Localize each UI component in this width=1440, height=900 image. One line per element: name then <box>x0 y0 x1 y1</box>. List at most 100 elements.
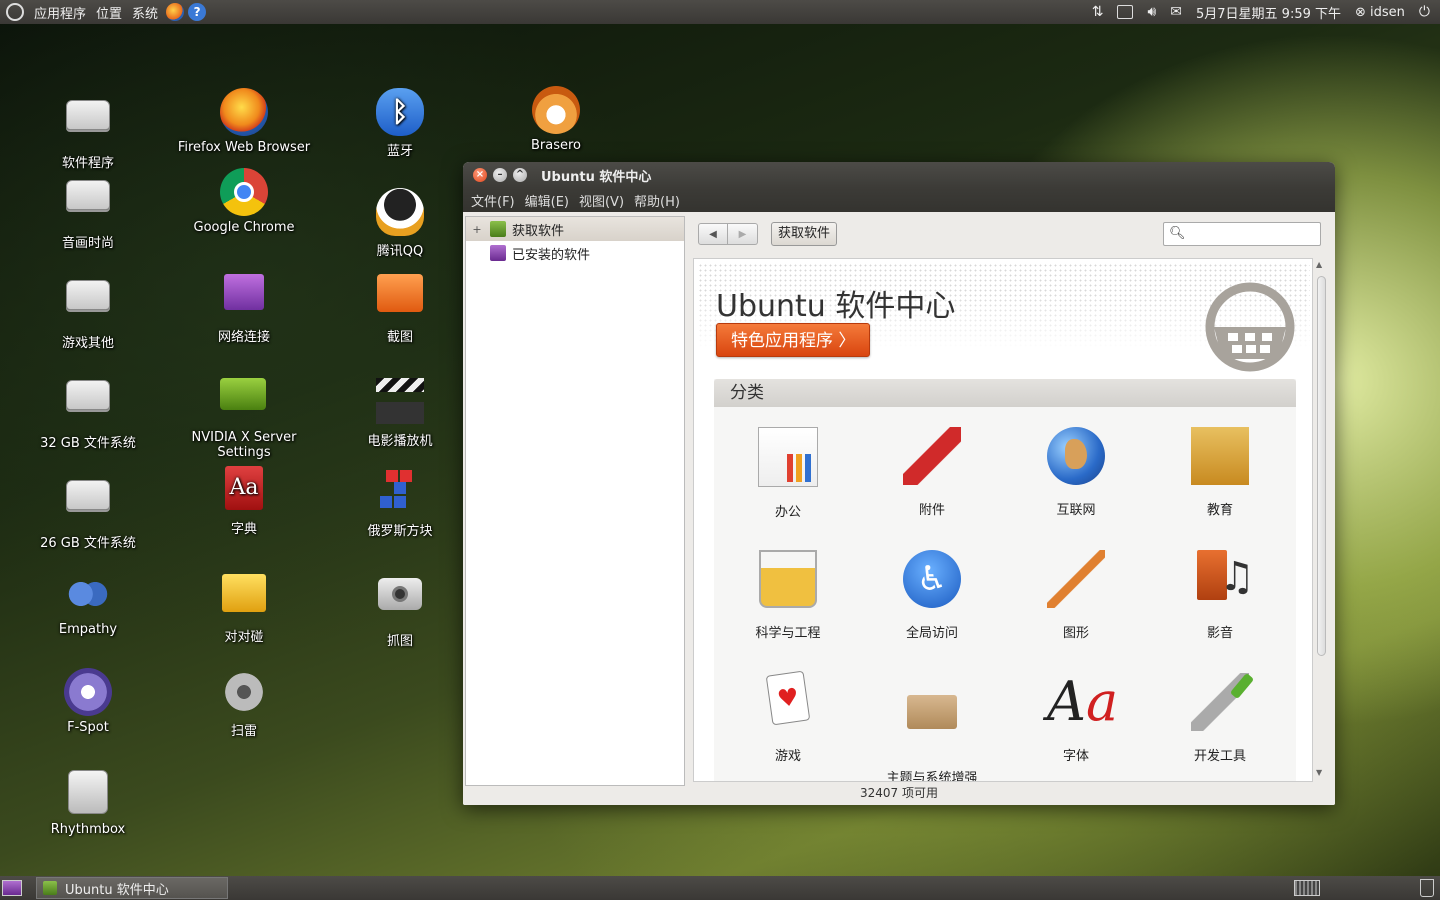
show-desktop-icon[interactable] <box>2 880 22 896</box>
pane-divider[interactable] <box>686 216 690 784</box>
desktop-icon-fspot[interactable]: F-Spot <box>18 668 158 735</box>
installed-software-icon <box>490 245 506 261</box>
keyboard-icon[interactable] <box>1117 5 1134 19</box>
taskbar-button-software-center[interactable]: Ubuntu 软件中心 <box>36 877 228 899</box>
fonts-icon: Aa <box>1047 670 1119 733</box>
drive-icon <box>64 100 112 148</box>
window-titlebar[interactable]: × – ^ Ubuntu 软件中心 <box>463 162 1335 188</box>
drive-icon <box>64 480 112 528</box>
window-menubar: 文件(F) 编辑(E) 视图(V) 帮助(H) <box>463 188 1335 212</box>
power-icon[interactable]: ⏻ <box>1419 4 1430 20</box>
ubuntu-logo-icon[interactable] <box>6 3 24 21</box>
desktop-icon-label: 扫雷 <box>230 724 257 739</box>
category-internet[interactable]: 互联网 <box>1004 427 1148 518</box>
desktop-icon-empathy[interactable]: Empathy <box>18 570 158 637</box>
desktop-icon-label: 抓图 <box>386 634 413 649</box>
scrollbar[interactable]: ▲ ▼ <box>1314 258 1328 782</box>
workspace-switcher[interactable] <box>1294 880 1320 896</box>
software-center-icon <box>43 881 57 895</box>
user-menu[interactable]: ⊗ idsen <box>1355 5 1405 20</box>
category-label: 主题与系统增强 <box>886 771 978 782</box>
drive-icon <box>64 180 112 228</box>
category-science[interactable]: 科学与工程 <box>716 550 860 641</box>
menu-view[interactable]: 视图(V) <box>579 191 624 210</box>
empathy-icon <box>64 570 112 618</box>
scroll-down-icon[interactable]: ▼ <box>1316 768 1322 777</box>
category-accessibility[interactable]: ♿︎ 全局访问 <box>860 550 1004 641</box>
menu-file[interactable]: 文件(F) <box>471 191 515 210</box>
desktop-icon-dictionary[interactable]: Aa 字典 <box>174 466 314 537</box>
science-icon <box>759 550 817 608</box>
menu-system[interactable]: 系统 <box>132 3 158 22</box>
minimize-window-button[interactable]: – <box>493 168 507 182</box>
desktop-icon-chrome[interactable]: Google Chrome <box>174 168 314 235</box>
sidebar-item-get-software[interactable]: + 获取软件 <box>466 217 684 241</box>
desktop-icon-label: 腾讯QQ <box>376 244 424 259</box>
desktop-icon-label: F-Spot <box>67 720 109 735</box>
catview-pane: Ubuntu 软件中心 特色应用程序 〉 分类 办公 附件 互联网 教育 科学与… <box>693 258 1313 782</box>
category-themes[interactable]: 主题与系统增强 <box>860 673 1004 782</box>
categories-panel: 分类 办公 附件 互联网 教育 科学与工程 ♿︎ 全局访问 图形 ♫ 影音 ♥ … <box>714 379 1296 782</box>
desktop-icon-blocks[interactable]: 对对碰 <box>174 568 314 645</box>
category-developer-tools[interactable]: 开发工具 <box>1148 673 1292 764</box>
desktop-icon-26gb[interactable]: 26 GB 文件系统 <box>18 470 158 551</box>
firefox-icon <box>220 88 268 136</box>
close-window-button[interactable]: × <box>473 168 487 182</box>
category-education[interactable]: 教育 <box>1148 427 1292 518</box>
network-status-icon[interactable]: ⇅ <box>1092 4 1104 20</box>
maximize-window-button[interactable]: ^ <box>513 168 527 182</box>
forward-button[interactable]: ▶ <box>728 223 758 245</box>
desktop-icon-mines[interactable]: 扫雷 <box>174 668 314 739</box>
category-graphics[interactable]: 图形 <box>1004 550 1148 641</box>
category-label: 游戏 <box>774 749 801 764</box>
top-panel: 应用程序 位置 系统 ? ⇅ 🔊︎ ✉ 5月7日星期五 9:59 下午 ⊗ id… <box>0 0 1440 24</box>
category-games[interactable]: ♥ 游戏 <box>716 670 860 764</box>
category-accessories[interactable]: 附件 <box>860 427 1004 518</box>
breadcrumb[interactable]: 获取软件 <box>771 222 838 246</box>
desktop-icon-firefox[interactable]: Firefox Web Browser <box>174 88 314 155</box>
clock[interactable]: 5月7日星期五 9:59 下午 <box>1196 3 1341 22</box>
menu-applications[interactable]: 应用程序 <box>34 3 86 22</box>
desktop-icon-software[interactable]: 软件程序 <box>18 90 158 171</box>
search-input[interactable] <box>1186 225 1318 245</box>
help-icon[interactable]: ? <box>188 3 207 21</box>
trash-icon[interactable] <box>1420 879 1434 897</box>
scroll-thumb[interactable] <box>1317 276 1326 656</box>
scroll-up-icon[interactable]: ▲ <box>1316 260 1322 269</box>
category-label: 影音 <box>1206 626 1233 641</box>
desktop-icon-32gb[interactable]: 32 GB 文件系统 <box>18 370 158 451</box>
desktop-icon-games-other[interactable]: 游戏其他 <box>18 270 158 351</box>
desktop-icon-camera[interactable]: 抓图 <box>330 568 470 649</box>
volume-icon[interactable]: 🔊︎ <box>1147 4 1156 20</box>
menu-places[interactable]: 位置 <box>96 3 122 22</box>
category-label: 图形 <box>1062 626 1089 641</box>
desktop-icon-rhythmbox[interactable]: Rhythmbox <box>18 768 158 837</box>
category-multimedia[interactable]: 影音 <box>1148 550 1292 641</box>
education-icon <box>1191 427 1249 485</box>
category-office[interactable]: 办公 <box>716 427 860 520</box>
desktop-icon-brasero[interactable]: Brasero <box>486 86 626 153</box>
bottom-panel: Ubuntu 软件中心 <box>0 876 1440 900</box>
desktop-icon-movie-player[interactable]: 电影播放机 <box>330 368 470 449</box>
software-basket-icon <box>1205 282 1295 372</box>
desktop-icon-network[interactable]: 网络连接 <box>174 268 314 345</box>
bluetooth-icon: ᛒ <box>376 88 424 136</box>
featured-apps-button[interactable]: 特色应用程序 〉 <box>716 323 871 357</box>
firefox-launcher-icon[interactable] <box>166 3 185 21</box>
search-box: 🔍︎ <box>1163 222 1321 246</box>
desktop-icon-qq[interactable]: 腾讯QQ <box>330 188 470 259</box>
menu-edit[interactable]: 编辑(E) <box>525 191 569 210</box>
sidebar-item-installed-software[interactable]: 已安装的软件 <box>466 241 684 265</box>
mail-icon[interactable]: ✉ <box>1170 4 1182 20</box>
category-label: 开发工具 <box>1193 749 1246 764</box>
desktop-icon-label: Firefox Web Browser <box>177 140 311 155</box>
category-fonts[interactable]: Aa 字体 <box>1004 670 1148 765</box>
desktop-icon-tetris[interactable]: 俄罗斯方块 <box>330 468 470 539</box>
expander-icon[interactable]: + <box>470 223 484 236</box>
desktop-icon-bluetooth[interactable]: ᛒ 蓝牙 <box>330 88 470 159</box>
menu-help[interactable]: 帮助(H) <box>634 191 680 210</box>
desktop-icon-media[interactable]: 音画时尚 <box>18 170 158 251</box>
back-button[interactable]: ◀ <box>698 223 728 245</box>
desktop-icon-screenshot[interactable]: 截图 <box>330 268 470 345</box>
desktop-icon-nvidia[interactable]: NVIDIA X Server Settings <box>174 368 314 460</box>
